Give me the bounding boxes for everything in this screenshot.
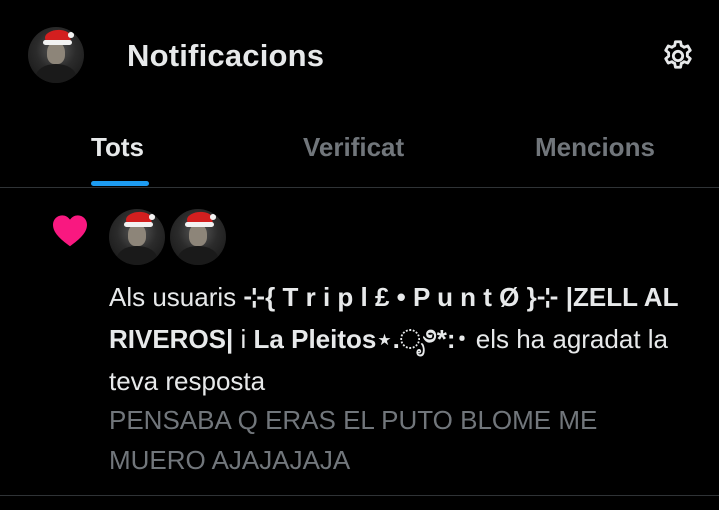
notifications-page: Notificacions Tots Verificat Mencions Al… — [0, 0, 719, 510]
notification-text: Als usuaris ⊹{ T r i p l £ • P u n t Ø }… — [109, 276, 689, 402]
active-tab-indicator — [91, 181, 149, 186]
header: Notificacions — [0, 0, 719, 112]
page-title: Notificacions — [127, 38, 325, 73]
user-name-3[interactable]: La Pleitos⋆.ೃ࿔*:･ — [254, 324, 469, 354]
notification-connector: i — [233, 324, 254, 354]
user-name-1[interactable]: ⊹{ T r i p l £ • P u n t Ø }⊹ — [243, 282, 558, 312]
settings-button[interactable] — [658, 36, 698, 76]
reply-preview: PENSABA Q ERAS EL PUTO BLOME ME MUERO AJ… — [109, 400, 669, 480]
notification-prefix: Als usuaris — [109, 282, 244, 312]
tab-bar: Tots Verificat Mencions — [0, 112, 719, 188]
tab-mentions[interactable]: Mencions — [535, 132, 655, 163]
reply-line: PENSABA Q ERAS EL PUTO BLOME ME — [109, 405, 598, 435]
user-avatar[interactable] — [109, 209, 165, 265]
heart-icon — [53, 215, 87, 247]
reply-line: MUERO AJAJAJAJA — [109, 445, 351, 475]
tab-verified[interactable]: Verificat — [303, 132, 404, 163]
notification-item[interactable]: Als usuaris ⊹{ T r i p l £ • P u n t Ø }… — [0, 188, 719, 496]
tab-all[interactable]: Tots — [91, 132, 144, 163]
user-avatar[interactable] — [170, 209, 226, 265]
gear-icon — [664, 40, 692, 69]
profile-avatar[interactable] — [28, 27, 84, 83]
